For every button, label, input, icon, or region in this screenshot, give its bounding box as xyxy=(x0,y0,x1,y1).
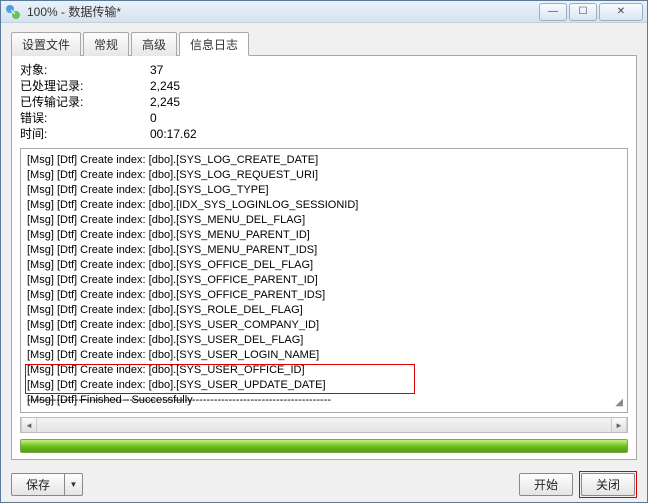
close-button[interactable]: 关闭 xyxy=(581,473,635,496)
error-value: 0 xyxy=(150,110,157,126)
log-line: [Msg] [Dtf] Create index: [dbo].[SYS_USE… xyxy=(27,333,621,348)
error-label: 错误: xyxy=(20,110,150,126)
processed-value: 2,245 xyxy=(150,78,180,94)
log-line: [Msg] [Dtf] Create index: [dbo].[SYS_LOG… xyxy=(27,168,621,183)
tab-general[interactable]: 常规 xyxy=(83,32,129,56)
save-split-button: 保存 ▼ xyxy=(11,473,83,496)
processed-label: 已处理记录: xyxy=(20,78,150,94)
log-line: [Msg] [Dtf] Create index: [dbo].[SYS_USE… xyxy=(27,363,621,378)
tab-settings-file[interactable]: 设置文件 xyxy=(11,32,81,56)
transferred-value: 2,245 xyxy=(150,94,180,110)
bottom-toolbar: 保存 ▼ 开始 关闭 xyxy=(1,466,647,502)
scroll-left-button[interactable]: ◄ xyxy=(21,418,37,432)
log-lines: [Msg] [Dtf] Create index: [dbo].[SYS_LOG… xyxy=(27,153,621,408)
window-close-button[interactable]: ✕ xyxy=(599,3,643,21)
log-line: [Msg] [Dtf] Create index: [dbo].[SYS_MEN… xyxy=(27,243,621,258)
start-button[interactable]: 开始 xyxy=(519,473,573,496)
log-line: [Msg] [Dtf] Create index: [dbo].[SYS_USE… xyxy=(27,378,621,393)
tab-panel: 对象: 37 已处理记录: 2,245 已传输记录: 2,245 错误: 0 时… xyxy=(11,55,637,460)
log-line: [Msg] [Dtf] Create index: [dbo].[SYS_MEN… xyxy=(27,213,621,228)
summary-block: 对象: 37 已处理记录: 2,245 已传输记录: 2,245 错误: 0 时… xyxy=(20,62,628,142)
summary-row-transferred: 已传输记录: 2,245 xyxy=(20,94,628,110)
log-line: [Msg] [Dtf] Create index: [dbo].[IDX_SYS… xyxy=(27,198,621,213)
app-window: 100% - 数据传输* — ☐ ✕ 设置文件 常规 高级 信息日志 对象: 3… xyxy=(0,0,648,503)
log-line: [Msg] [Dtf] Create index: [dbo].[SYS_ROL… xyxy=(27,303,621,318)
transferred-label: 已传输记录: xyxy=(20,94,150,110)
log-line: [Msg] [Dtf] Create index: [dbo].[SYS_LOG… xyxy=(27,183,621,198)
minimize-button[interactable]: — xyxy=(539,3,567,21)
log-line: [Msg] [Dtf] Create index: [dbo].[SYS_OFF… xyxy=(27,273,621,288)
log-line: [Msg] [Dtf] Create index: [dbo].[SYS_LOG… xyxy=(27,153,621,168)
object-value: 37 xyxy=(150,62,163,78)
close-highlight: 关闭 xyxy=(579,471,637,498)
maximize-button[interactable]: ☐ xyxy=(569,3,597,21)
tab-info-log[interactable]: 信息日志 xyxy=(179,32,249,56)
log-separator: ----------------------------------------… xyxy=(27,394,331,406)
window-controls: — ☐ ✕ xyxy=(539,3,643,21)
time-value: 00:17.62 xyxy=(150,126,197,142)
save-button[interactable]: 保存 xyxy=(11,473,65,496)
log-line: [Msg] [Dtf] Create index: [dbo].[SYS_USE… xyxy=(27,348,621,363)
summary-row-object: 对象: 37 xyxy=(20,62,628,78)
horizontal-scrollbar[interactable]: ◄ ► xyxy=(20,417,628,433)
summary-row-time: 时间: 00:17.62 xyxy=(20,126,628,142)
titlebar: 100% - 数据传输* — ☐ ✕ xyxy=(1,1,647,22)
time-label: 时间: xyxy=(20,126,150,142)
log-line: [Msg] [Dtf] Create index: [dbo].[SYS_MEN… xyxy=(27,228,621,243)
tab-strip: 设置文件 常规 高级 信息日志 xyxy=(11,31,637,55)
client-area: 设置文件 常规 高级 信息日志 对象: 37 已处理记录: 2,245 已传输记… xyxy=(1,22,647,466)
summary-row-processed: 已处理记录: 2,245 xyxy=(20,78,628,94)
scroll-right-button[interactable]: ► xyxy=(611,418,627,432)
tab-advanced[interactable]: 高级 xyxy=(131,32,177,56)
object-label: 对象: xyxy=(20,62,150,78)
log-line: [Msg] [Dtf] Create index: [dbo].[SYS_OFF… xyxy=(27,288,621,303)
resize-grip-icon: ◢ xyxy=(615,397,623,408)
app-icon xyxy=(5,4,21,20)
log-line: [Msg] [Dtf] Create index: [dbo].[SYS_USE… xyxy=(27,318,621,333)
summary-row-error: 错误: 0 xyxy=(20,110,628,126)
save-dropdown-button[interactable]: ▼ xyxy=(65,473,83,496)
progress-bar xyxy=(20,439,628,453)
log-line: [Msg] [Dtf] Create index: [dbo].[SYS_OFF… xyxy=(27,258,621,273)
window-title: 100% - 数据传输* xyxy=(27,3,539,20)
log-output[interactable]: [Msg] [Dtf] Create index: [dbo].[SYS_LOG… xyxy=(20,148,628,413)
